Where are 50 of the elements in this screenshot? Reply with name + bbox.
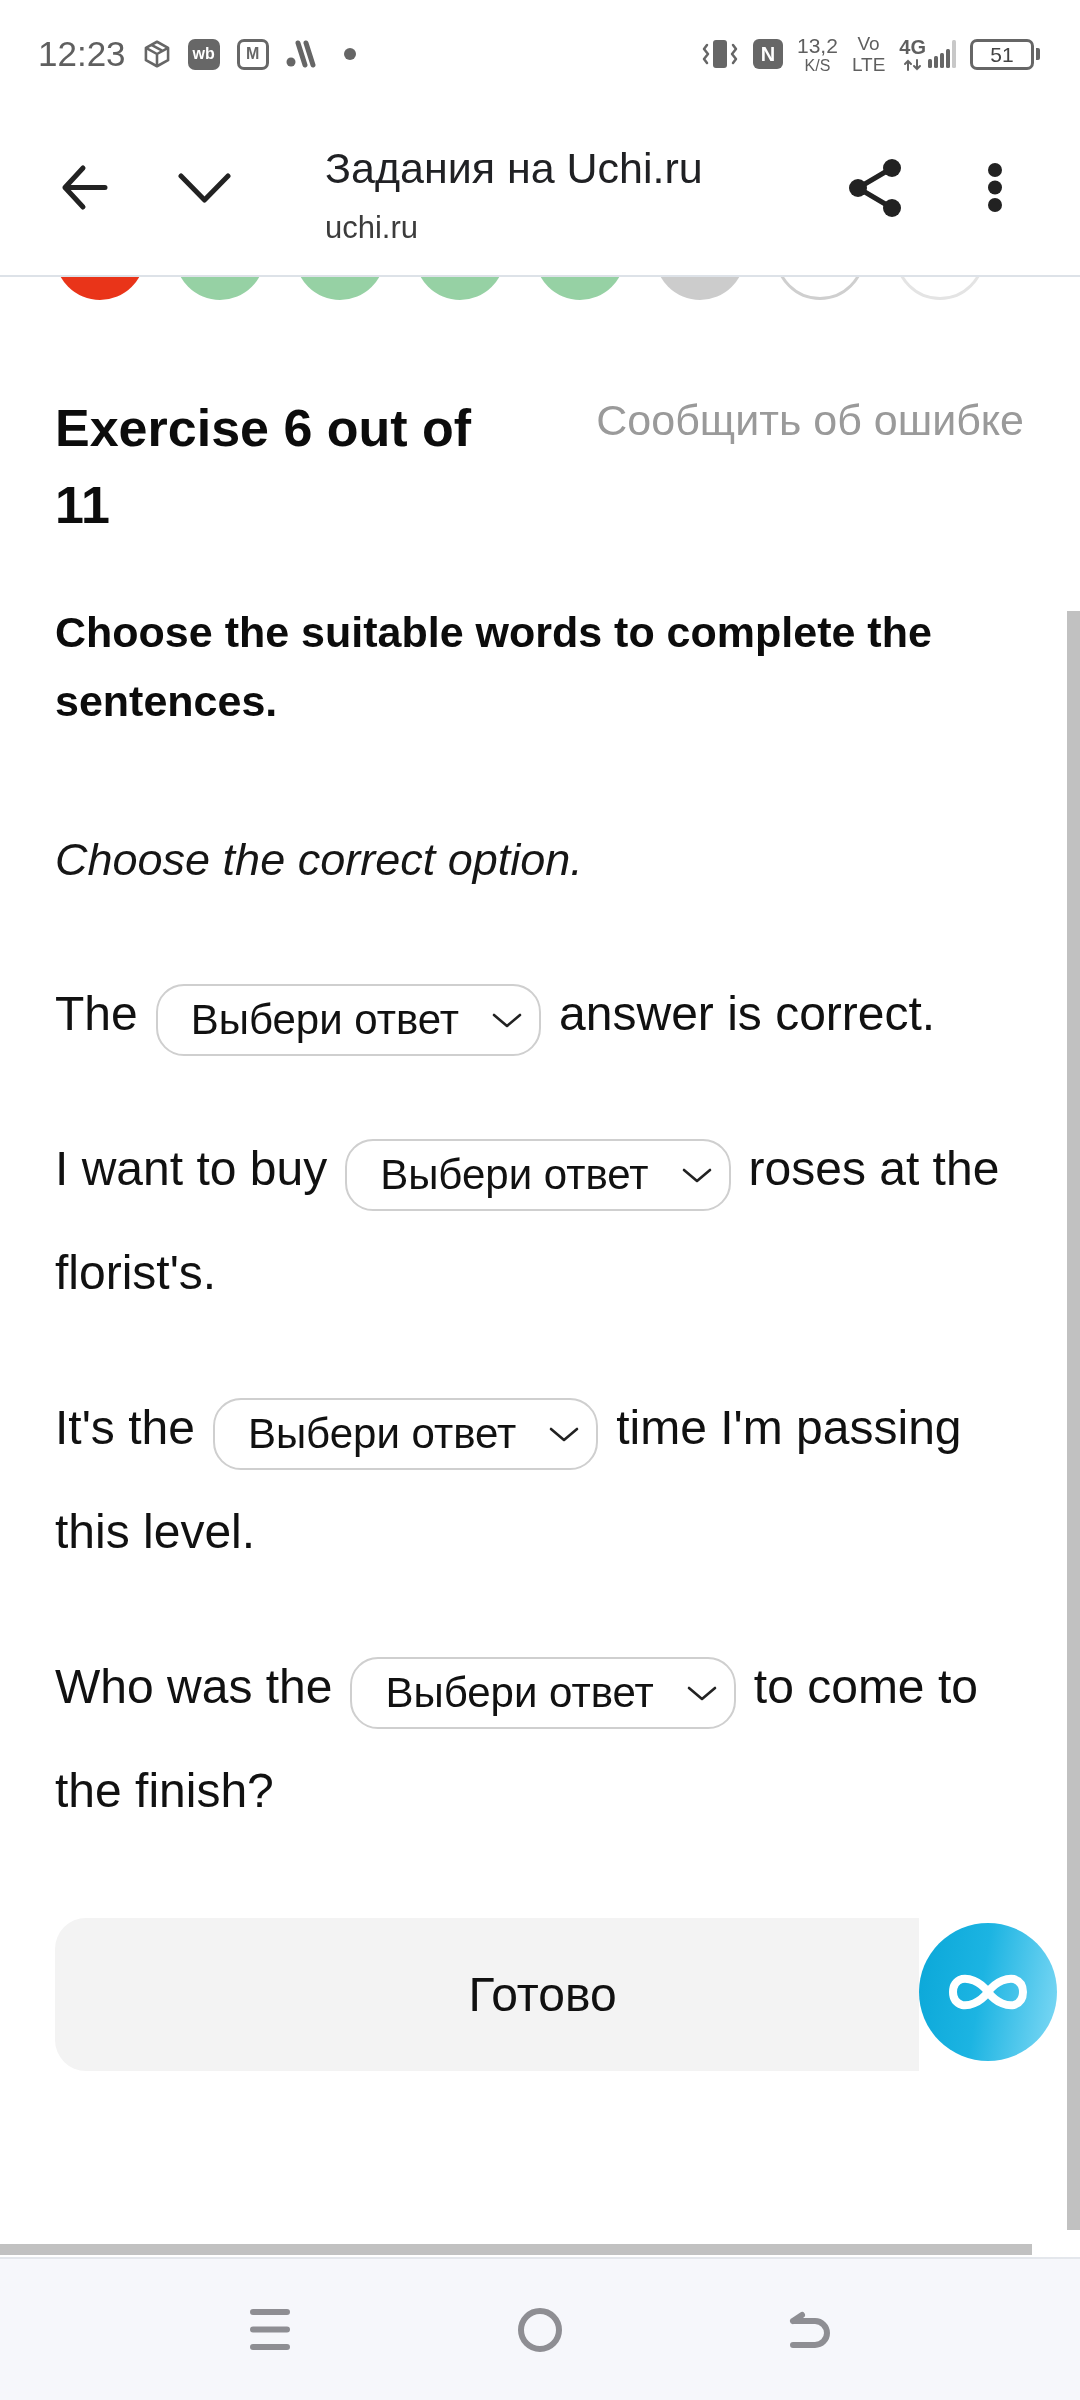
sentence-text: time I'm passing bbox=[616, 1400, 962, 1456]
infinity-icon bbox=[948, 1972, 1028, 2012]
sentence-text: It's the bbox=[55, 1400, 195, 1456]
sentence-text: I want to buy bbox=[55, 1141, 328, 1197]
share-icon bbox=[848, 158, 902, 217]
network-type: 4G bbox=[899, 37, 926, 57]
app-badge: M bbox=[236, 38, 269, 70]
sentence-text: the finish? bbox=[55, 1763, 274, 1819]
chevron-down-icon bbox=[686, 1685, 717, 1701]
sentence-text: roses at the bbox=[748, 1141, 1000, 1197]
battery-level: 51 bbox=[970, 38, 1040, 70]
status-time: 12:23 bbox=[38, 34, 126, 74]
speed-unit: K/S bbox=[804, 57, 831, 74]
exercise-title: Exercise 6 out of 11 bbox=[55, 398, 473, 536]
task-hint: Choose the correct option. bbox=[55, 833, 584, 887]
vertical-scrollbar[interactable] bbox=[1067, 611, 1080, 2230]
sentence-text: florist's. bbox=[55, 1245, 217, 1301]
task-instruction: Choose the suitable words to complete the sentences. bbox=[55, 607, 933, 727]
signal-bars-icon bbox=[928, 40, 956, 68]
network-speed: 13,2 bbox=[797, 34, 838, 56]
sentence-text: answer is correct. bbox=[559, 986, 936, 1042]
circle-icon bbox=[518, 2307, 562, 2352]
volte-label: LTE bbox=[851, 55, 886, 74]
sentence-text: this level. bbox=[55, 1504, 256, 1560]
notification-dot-icon bbox=[343, 48, 356, 60]
chevron-down-icon bbox=[681, 1167, 712, 1183]
volte-label: Vo bbox=[857, 34, 880, 53]
sentence-text: The bbox=[55, 986, 138, 1042]
sentence-text: Who was the bbox=[55, 1659, 333, 1715]
app-badge: wb bbox=[187, 38, 220, 70]
page-title: Задания на Uchi.ru bbox=[325, 142, 703, 194]
stripes-logo-icon bbox=[285, 40, 317, 68]
data-arrows-icon bbox=[902, 59, 923, 71]
answer-dropdown[interactable]: Выбери ответ bbox=[212, 1398, 599, 1470]
package-icon bbox=[142, 40, 171, 68]
vibrate-icon bbox=[701, 39, 739, 69]
nfc-indicator: N bbox=[753, 39, 783, 69]
answer-dropdown[interactable]: Выбери ответ bbox=[350, 1657, 736, 1729]
chevron-down-icon bbox=[492, 1012, 523, 1028]
chevron-down-icon bbox=[549, 1426, 580, 1442]
sentence-text: to come to bbox=[753, 1659, 978, 1715]
page-url: uchi.ru bbox=[325, 208, 419, 247]
horizontal-scrollbar[interactable] bbox=[0, 2244, 1032, 2255]
menu-icon bbox=[250, 2309, 290, 2350]
more-vertical-icon bbox=[988, 163, 1002, 212]
answer-dropdown[interactable]: Выбери ответ bbox=[345, 1139, 731, 1211]
chevron-down-icon bbox=[177, 172, 231, 203]
back-arrow-icon bbox=[60, 164, 108, 211]
answer-dropdown[interactable]: Выбери ответ bbox=[155, 984, 542, 1056]
done-button[interactable]: Готово bbox=[55, 1918, 919, 2071]
